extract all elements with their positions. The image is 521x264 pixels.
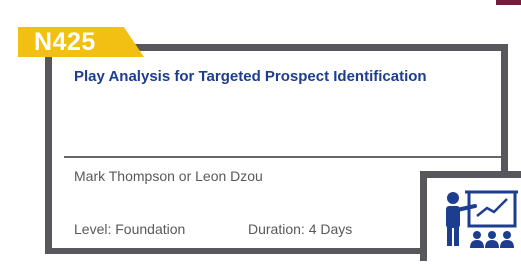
title-divider xyxy=(64,156,501,158)
instructors-text: Mark Thompson or Leon Dzou xyxy=(74,168,263,184)
course-code-badge: N425 xyxy=(18,27,144,57)
course-code: N425 xyxy=(34,28,96,56)
course-level: Level: Foundation xyxy=(74,221,186,237)
icon-panel xyxy=(420,171,521,261)
course-title: Play Analysis for Targeted Prospect Iden… xyxy=(74,68,427,85)
corner-accent xyxy=(496,0,521,5)
course-duration: Duration: 4 Days xyxy=(248,221,353,237)
classroom-presentation-icon xyxy=(446,190,518,248)
